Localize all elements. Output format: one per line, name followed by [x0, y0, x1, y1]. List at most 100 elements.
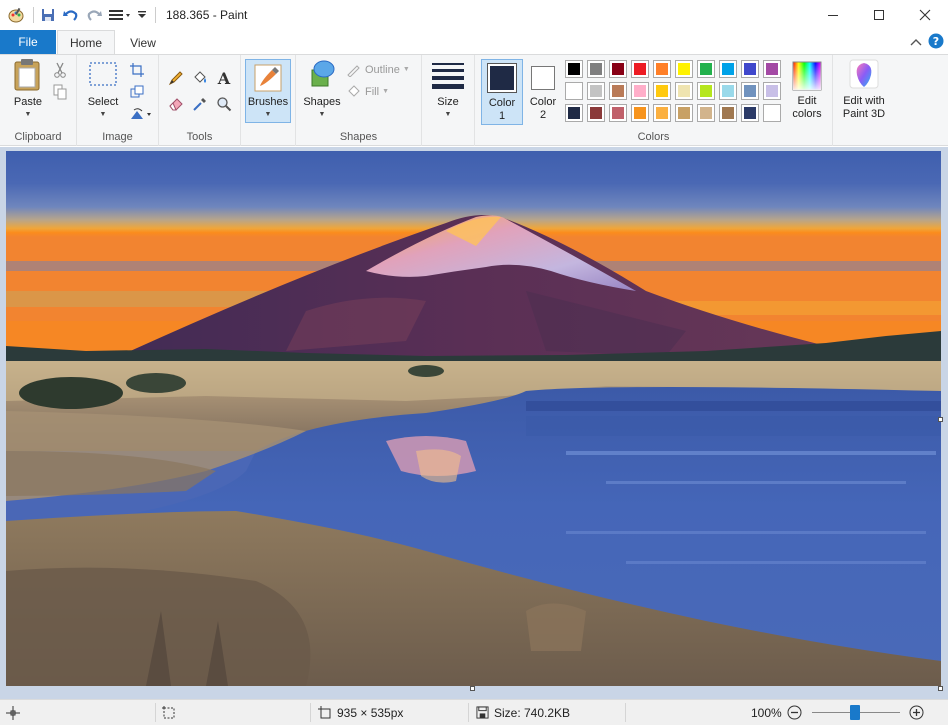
- color-picker-icon[interactable]: [191, 95, 209, 113]
- edit-with-paint3d-button[interactable]: Edit with Paint 3D: [836, 59, 892, 121]
- svg-text:?: ?: [933, 35, 939, 48]
- eraser-icon[interactable]: [167, 95, 185, 113]
- palette-swatch[interactable]: [565, 82, 583, 100]
- palette-swatch[interactable]: [631, 60, 649, 78]
- resize-handle-bottom[interactable]: [470, 686, 475, 691]
- qat-dropdown-icon[interactable]: [136, 5, 148, 25]
- minimize-button[interactable]: [810, 0, 856, 30]
- palette-swatch[interactable]: [631, 104, 649, 122]
- tab-view[interactable]: View: [116, 30, 170, 55]
- palette-swatch[interactable]: [763, 104, 781, 122]
- palette-swatch[interactable]: [763, 82, 781, 100]
- palette-swatch[interactable]: [609, 104, 627, 122]
- palette-swatch[interactable]: [653, 104, 671, 122]
- canvas-workarea[interactable]: [0, 147, 948, 699]
- resize-handle-right[interactable]: [938, 417, 943, 422]
- palette-swatch-color: [634, 63, 646, 75]
- paint3d-group: Edit with Paint 3D: [833, 55, 895, 146]
- palette-swatch-color: [656, 63, 668, 75]
- palette-swatch-color: [590, 63, 602, 75]
- resize-handle-corner[interactable]: [938, 686, 943, 691]
- shapes-label: Shapes: [303, 96, 341, 108]
- resize-icon[interactable]: [128, 83, 146, 101]
- palette-swatch[interactable]: [719, 60, 737, 78]
- cut-icon[interactable]: [51, 61, 69, 79]
- palette-swatch[interactable]: [741, 60, 759, 78]
- copy-icon[interactable]: [51, 83, 69, 101]
- palette-swatch-color: [612, 63, 624, 75]
- palette-swatch[interactable]: [675, 82, 693, 100]
- palette-swatch[interactable]: [653, 60, 671, 78]
- fill-dropdown[interactable]: Fill ▼: [346, 85, 389, 99]
- palette-swatch[interactable]: [719, 82, 737, 100]
- landscape-painting: [6, 151, 941, 686]
- fill-bucket-icon[interactable]: [191, 69, 209, 87]
- save-icon[interactable]: [38, 5, 58, 25]
- palette-swatch[interactable]: [675, 104, 693, 122]
- outline-dropdown[interactable]: Outline ▼: [346, 63, 410, 77]
- text-icon[interactable]: A: [215, 69, 233, 88]
- help-icon[interactable]: ?: [928, 33, 944, 52]
- palette-swatch[interactable]: [741, 104, 759, 122]
- palette-swatch[interactable]: [697, 104, 715, 122]
- color1-button[interactable]: Color 1: [481, 59, 523, 125]
- palette-swatch-color: [678, 85, 690, 97]
- palette-swatch[interactable]: [587, 82, 605, 100]
- magnifier-icon[interactable]: [215, 95, 233, 113]
- select-button[interactable]: Select ▼: [83, 58, 123, 119]
- palette-swatch[interactable]: [609, 60, 627, 78]
- color2-button[interactable]: Color 2: [525, 59, 561, 122]
- drawing-canvas[interactable]: [6, 151, 941, 686]
- palette-swatch-color: [744, 63, 756, 75]
- palette-swatch-color: [744, 85, 756, 97]
- pencil-icon[interactable]: [167, 69, 185, 87]
- palette-swatch[interactable]: [697, 82, 715, 100]
- palette-swatch[interactable]: [565, 104, 583, 122]
- palette-swatch[interactable]: [653, 82, 671, 100]
- rotate-icon[interactable]: [128, 105, 154, 123]
- palette-swatch-color: [568, 85, 580, 97]
- color2-label: Color: [529, 96, 557, 108]
- brushes-button[interactable]: Brushes ▼: [245, 59, 291, 123]
- size-button[interactable]: Size ▼: [428, 58, 468, 119]
- undo-icon[interactable]: [61, 5, 81, 25]
- palette-swatch[interactable]: [587, 60, 605, 78]
- palette-swatch[interactable]: [763, 60, 781, 78]
- edit-colors-button[interactable]: Edit colors: [785, 59, 829, 121]
- zoom-slider-thumb[interactable]: [850, 705, 860, 720]
- zoom-in-button[interactable]: [909, 700, 924, 725]
- paint-app-icon[interactable]: [6, 5, 26, 25]
- size-label: Size: [437, 96, 459, 108]
- cursor-position: [6, 700, 20, 725]
- palette-swatch[interactable]: [565, 60, 583, 78]
- palette-swatch-color: [722, 85, 734, 97]
- palette-swatch-color: [700, 85, 712, 97]
- palette-swatch-color: [678, 107, 690, 119]
- collapse-ribbon-icon[interactable]: [910, 36, 922, 50]
- chevron-down-icon: ▼: [264, 111, 272, 118]
- palette-swatch-color: [700, 63, 712, 75]
- shapes-button[interactable]: Shapes ▼: [302, 58, 342, 119]
- palette-swatch[interactable]: [719, 104, 737, 122]
- maximize-button[interactable]: [856, 0, 902, 30]
- tab-home[interactable]: Home: [57, 30, 115, 55]
- paste-button[interactable]: Paste ▼: [8, 58, 48, 119]
- palette-swatch[interactable]: [741, 82, 759, 100]
- palette-swatch[interactable]: [675, 60, 693, 78]
- palette-swatch[interactable]: [609, 82, 627, 100]
- palette-swatch-color: [678, 63, 690, 75]
- edit-colors-line2: colors: [792, 108, 822, 120]
- crop-icon[interactable]: [128, 61, 146, 79]
- palette-swatch-color: [656, 107, 668, 119]
- tab-file[interactable]: File: [0, 30, 56, 54]
- palette-swatch[interactable]: [587, 104, 605, 122]
- palette-swatch[interactable]: [697, 60, 715, 78]
- clipboard-group: Paste ▼ Clipboard: [0, 55, 77, 146]
- close-button[interactable]: [902, 0, 948, 30]
- zoom-slider[interactable]: [812, 700, 900, 725]
- zoom-out-button[interactable]: [787, 700, 802, 725]
- redo-icon[interactable]: [84, 5, 104, 25]
- select-icon: [89, 62, 117, 86]
- customize-menu-icon[interactable]: [107, 5, 133, 25]
- palette-swatch[interactable]: [631, 82, 649, 100]
